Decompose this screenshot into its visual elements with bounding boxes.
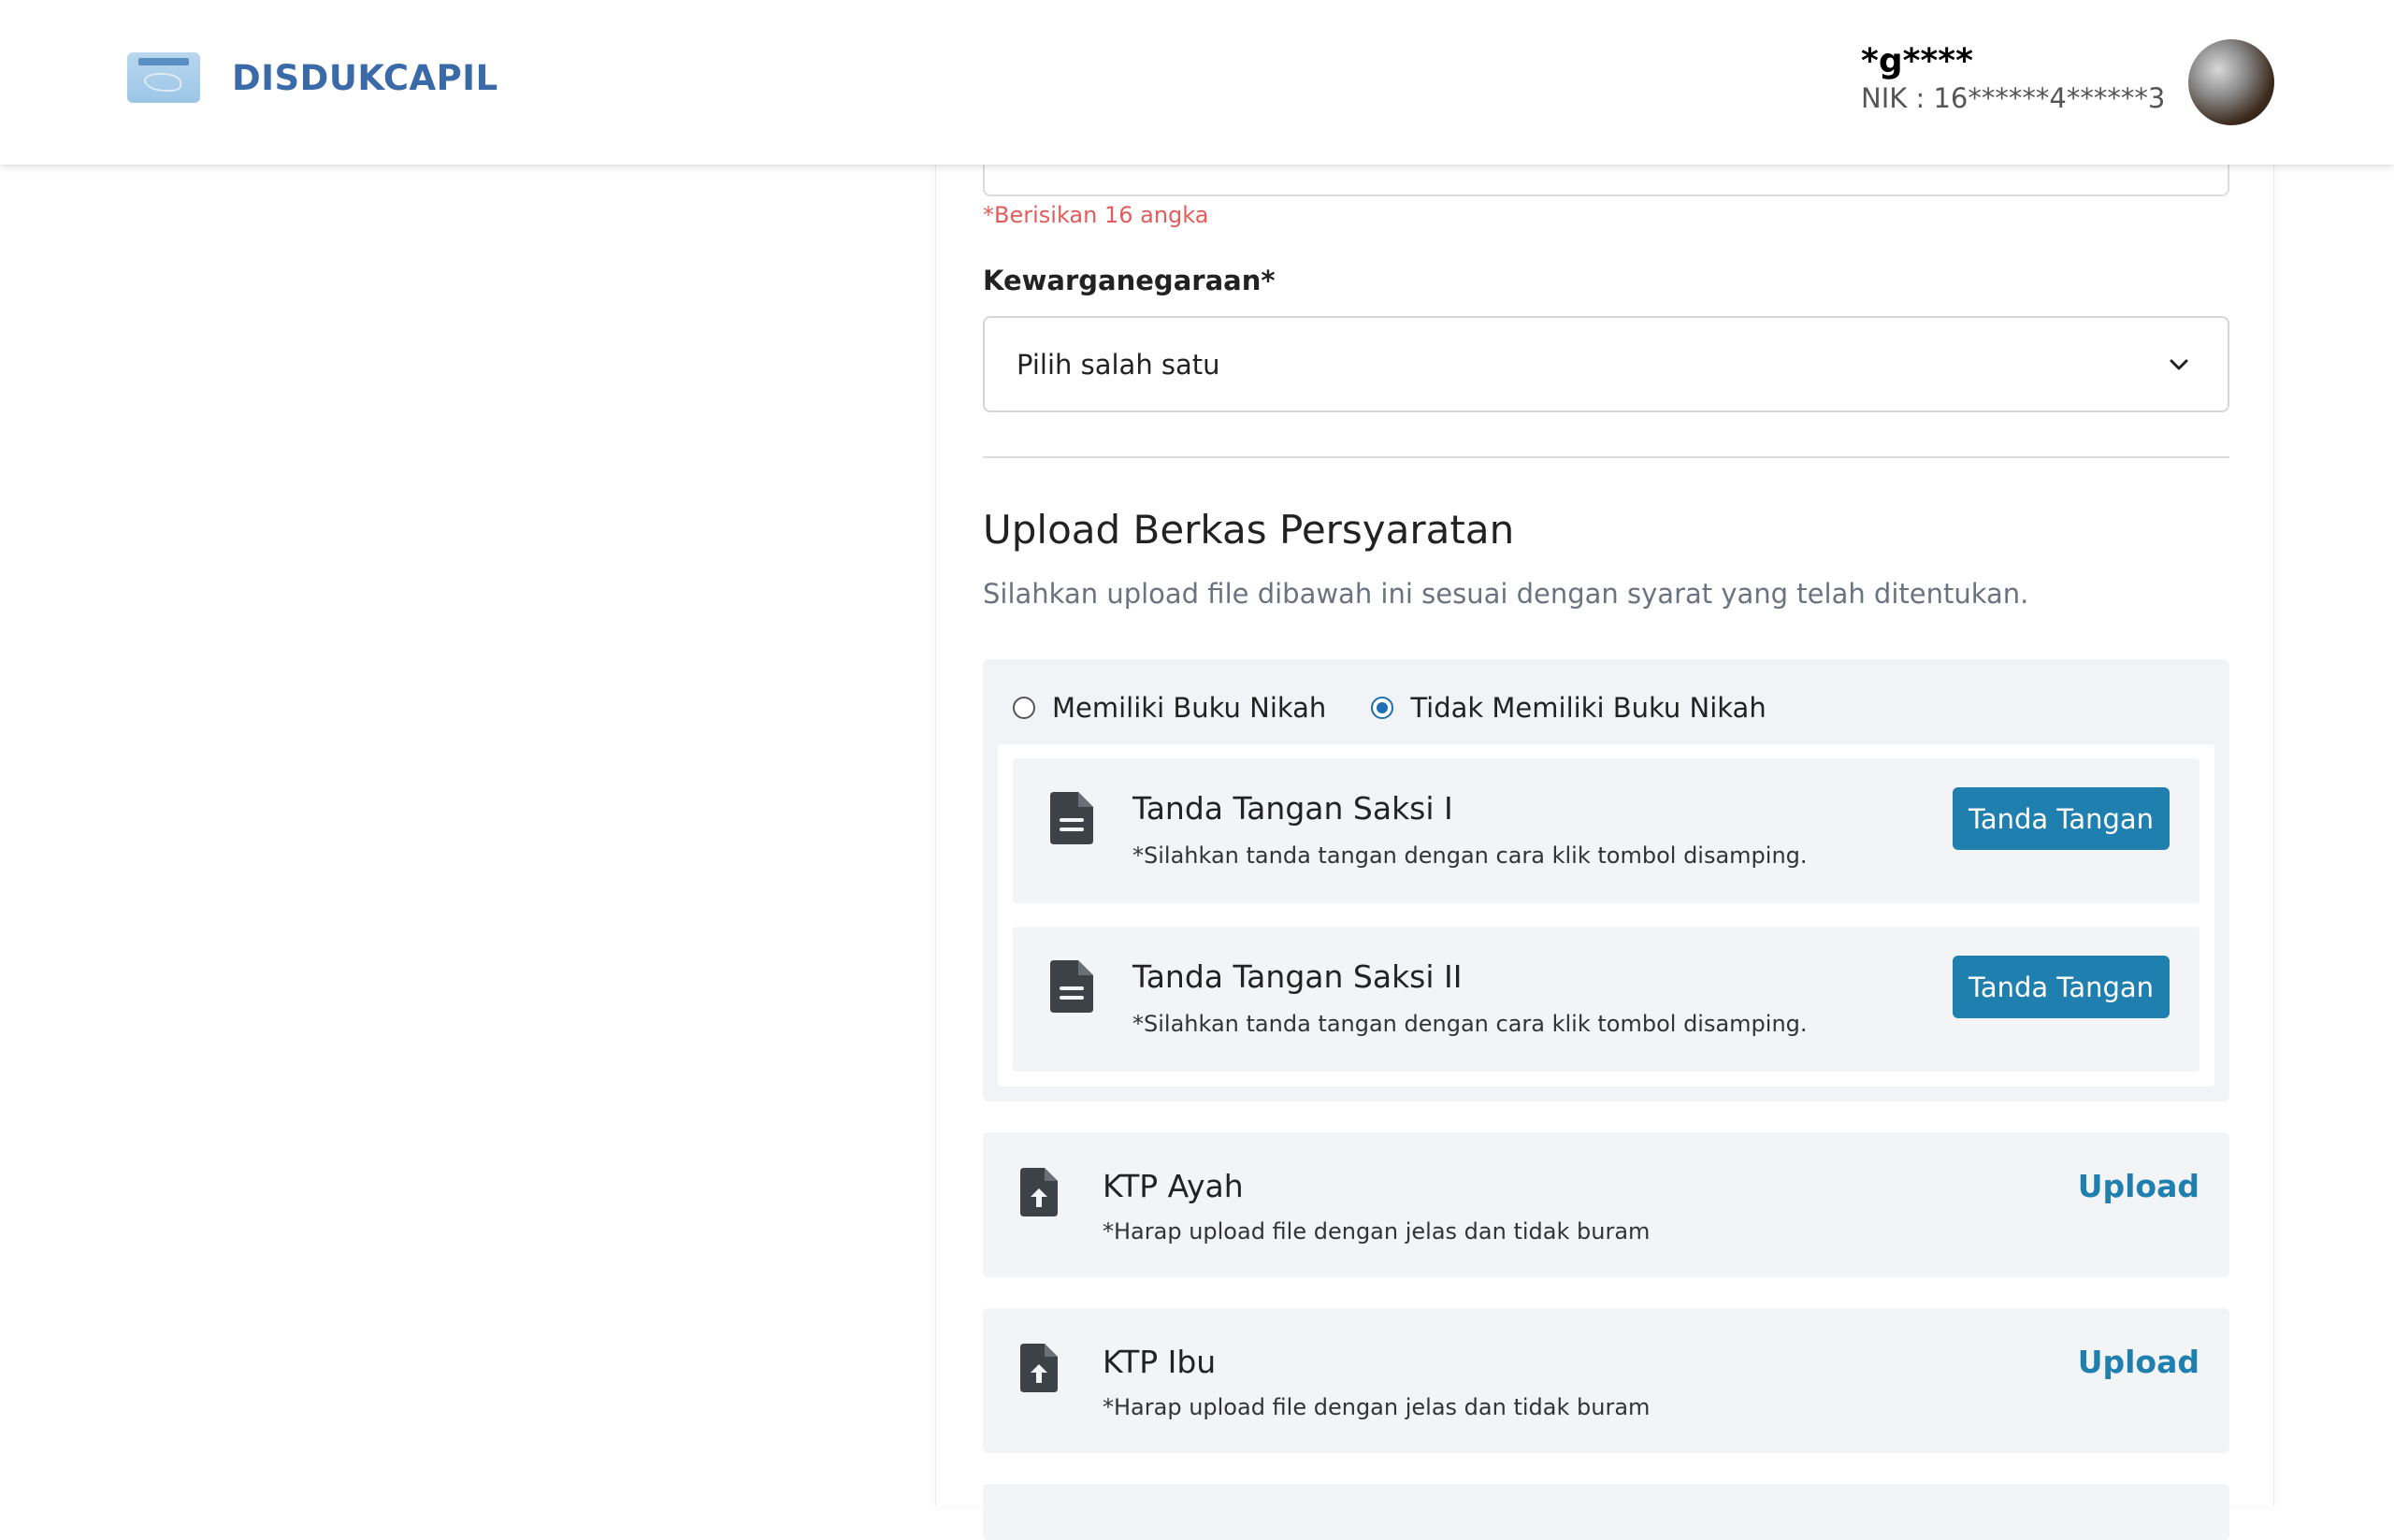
brand-logo-map [144, 73, 181, 92]
marriage-book-radio-group: Memiliki Buku Nikah Tidak Memiliki Buku … [1013, 692, 1767, 724]
upload-title: KTP Ayah [1103, 1168, 1244, 1204]
file-text-icon [1050, 960, 1093, 1013]
upload-item-next [983, 1484, 2229, 1540]
upload-title: KTP Ibu [1103, 1344, 1217, 1380]
avatar[interactable] [2188, 39, 2274, 125]
radio-label: Tidak Memiliki Buku Nikah [1410, 692, 1767, 724]
brand-name: DISDUKCAPIL [232, 57, 498, 98]
top-navbar: DISDUKCAPIL *g**** NIK : 16******4******… [0, 0, 2394, 165]
signature-note: *Silahkan tanda tangan dengan cara klik … [1132, 1011, 1808, 1037]
citizenship-select-value: Pilih salah satu [1017, 348, 1220, 381]
file-upload-icon [1020, 1168, 1058, 1216]
upload-note: *Harap upload file dengan jelas dan tida… [1103, 1394, 1651, 1420]
brand[interactable]: DISDUKCAPIL [127, 52, 498, 103]
radio-button-checked[interactable] [1371, 697, 1394, 719]
signature-title: Tanda Tangan Saksi I [1132, 790, 1453, 827]
radio-has-marriage-book[interactable]: Memiliki Buku Nikah [1013, 692, 1326, 724]
citizenship-label: Kewarganegaraan* [983, 265, 1276, 296]
nik-hint: *Berisikan 16 angka [983, 202, 1209, 228]
upload-section-title: Upload Berkas Persyaratan [983, 507, 1515, 553]
upload-item-ktp-ayah: KTP Ayah *Harap upload file dengan jelas… [983, 1132, 2229, 1277]
section-divider [983, 456, 2229, 458]
upload-button-ktp-ibu[interactable]: Upload [2078, 1344, 2199, 1380]
chevron-down-icon [2170, 359, 2188, 370]
file-text-icon [1050, 792, 1093, 844]
citizenship-select[interactable]: Pilih salah satu [983, 316, 2229, 412]
user-name: *g**** [1861, 42, 1973, 80]
radio-no-marriage-book[interactable]: Tidak Memiliki Buku Nikah [1371, 692, 1767, 724]
user-nik: NIK : 16******4******3 [1861, 82, 2166, 114]
user-info[interactable]: *g**** NIK : 16******4******3 [1861, 43, 2165, 116]
radio-button[interactable] [1013, 697, 1035, 719]
brand-logo-stripe [138, 58, 189, 65]
brand-logo [127, 52, 200, 103]
signature-title: Tanda Tangan Saksi II [1132, 958, 1463, 995]
sign-button-saksi-1[interactable]: Tanda Tangan [1953, 787, 2170, 850]
radio-label: Memiliki Buku Nikah [1052, 692, 1327, 724]
signature-item-saksi-2: Tanda Tangan Saksi II *Silahkan tanda ta… [1013, 927, 2199, 1072]
sign-button-saksi-2[interactable]: Tanda Tangan [1953, 956, 2170, 1018]
upload-item-ktp-ibu: KTP Ibu *Harap upload file dengan jelas … [983, 1308, 2229, 1453]
signature-item-saksi-1: Tanda Tangan Saksi I *Silahkan tanda tan… [1013, 758, 2199, 903]
file-upload-icon [1020, 1344, 1058, 1392]
signature-note: *Silahkan tanda tangan dengan cara klik … [1132, 842, 1808, 869]
upload-section-subtitle: Silahkan upload file dibawah ini sesuai … [983, 578, 2029, 610]
upload-note: *Harap upload file dengan jelas dan tida… [1103, 1218, 1651, 1245]
upload-button-ktp-ayah[interactable]: Upload [2078, 1168, 2199, 1204]
